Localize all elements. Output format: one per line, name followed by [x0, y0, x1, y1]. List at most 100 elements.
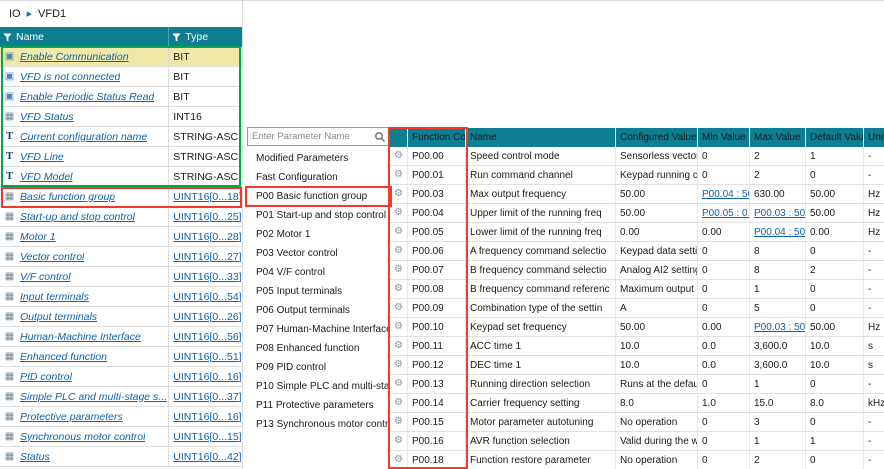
table-row[interactable]: ▦Human-Machine InterfaceUINT16[0...56] — [0, 327, 242, 347]
column-header[interactable]: Name — [466, 128, 616, 147]
parameter-group-item[interactable]: P04 V/F control — [247, 263, 390, 282]
table-row[interactable]: ⚙P00.13Running direction selectionRuns a… — [390, 375, 884, 394]
table-row[interactable]: ⚙P00.09Combination type of the settinA05… — [390, 299, 884, 318]
io-point-link[interactable]: PID control — [20, 371, 72, 383]
table-row[interactable]: TCurrent configuration nameSTRING-ASCII — [0, 127, 242, 147]
table-row[interactable]: ⚙P00.03Max output frequency50.00P00.04 :… — [390, 185, 884, 204]
column-header[interactable]: Configured Value — [616, 128, 698, 147]
parameter-group-item[interactable]: P00 Basic function group — [247, 187, 390, 206]
table-row[interactable]: ▣Enable Periodic Status ReadBIT — [0, 87, 242, 107]
parameter-group-item[interactable]: P02 Motor 1 — [247, 225, 390, 244]
table-row[interactable]: ▦Output terminalsUINT16[0...26] — [0, 307, 242, 327]
type-value[interactable]: UINT16[0...26] — [173, 311, 241, 323]
value-link[interactable]: P00.03 : 50.00 — [754, 208, 806, 219]
table-row[interactable]: ⚙P00.08B frequency command referencMaxim… — [390, 280, 884, 299]
type-value[interactable]: UINT16[0...42] — [173, 451, 241, 463]
io-point-link[interactable]: Simple PLC and multi-stage s... — [20, 391, 167, 403]
parameter-group-item[interactable]: P07 Human-Machine Interface — [247, 320, 390, 339]
table-row[interactable]: ▣Enable CommunicationBIT — [0, 47, 242, 67]
table-row[interactable]: TVFD ModelSTRING-ASCII — [0, 167, 242, 187]
breadcrumb-item-vfd1[interactable]: VFD1 — [38, 8, 66, 20]
table-row[interactable]: ⚙P00.06A frequency command selectioKeypa… — [390, 242, 884, 261]
column-header[interactable] — [390, 128, 408, 147]
type-value[interactable]: UINT16[0...28] — [173, 231, 241, 243]
column-header[interactable]: Function Code — [408, 128, 466, 147]
type-value[interactable]: UINT16[0...54] — [173, 291, 241, 303]
table-row[interactable]: ▦PID controlUINT16[0...16] — [0, 367, 242, 387]
io-point-link[interactable]: VFD Model — [20, 171, 73, 183]
column-header-name[interactable]: Name — [0, 27, 169, 47]
table-row[interactable]: ⚙P00.07B frequency command selectioAnalo… — [390, 261, 884, 280]
io-point-link[interactable]: VFD Line — [20, 151, 64, 163]
parameter-group-item[interactable]: Fast Configuration — [247, 168, 390, 187]
table-row[interactable]: ▦Basic function groupUINT16[0...18] — [0, 187, 242, 207]
parameter-group-item[interactable]: P11 Protective parameters — [247, 396, 390, 415]
column-header[interactable]: Min Value — [698, 128, 750, 147]
type-value[interactable]: UINT16[0...18] — [173, 191, 241, 203]
io-point-link[interactable]: Input terminals — [20, 291, 89, 303]
io-point-link[interactable]: Enable Communication — [20, 51, 129, 63]
io-point-link[interactable]: Vector control — [20, 251, 84, 263]
io-point-link[interactable]: Protective parameters — [20, 411, 123, 423]
table-row[interactable]: ▦StatusUINT16[0...42] — [0, 447, 242, 467]
table-row[interactable]: ⚙P00.12DEC time 110.00.03,600.010.0s — [390, 356, 884, 375]
type-value[interactable]: UINT16[0...25] — [173, 211, 241, 223]
column-header[interactable]: Max Value — [750, 128, 806, 147]
io-point-link[interactable]: Enable Periodic Status Read — [20, 91, 154, 103]
table-row[interactable]: ▦Input terminalsUINT16[0...54] — [0, 287, 242, 307]
table-row[interactable]: ▦Synchronous motor controlUINT16[0...15] — [0, 427, 242, 447]
column-header[interactable]: Default Value — [806, 128, 864, 147]
parameter-group-item[interactable]: P08 Enhanced function — [247, 339, 390, 358]
table-row[interactable]: ⚙P00.14Carrier frequency setting8.01.015… — [390, 394, 884, 413]
type-value[interactable]: UINT16[0...37] — [173, 391, 241, 403]
parameter-group-item[interactable]: P06 Output terminals — [247, 301, 390, 320]
io-point-link[interactable]: Enhanced function — [20, 351, 107, 363]
value-link[interactable]: P00.05 : 0.00 — [702, 208, 750, 219]
io-point-link[interactable]: Synchronous motor control — [20, 431, 145, 443]
table-row[interactable]: ▦Enhanced functionUINT16[0...51] — [0, 347, 242, 367]
table-row[interactable]: ▦Protective parametersUINT16[0...16] — [0, 407, 242, 427]
value-link[interactable]: P00.03 : 50.00 — [754, 322, 806, 333]
type-value[interactable]: UINT16[0...16] — [173, 411, 241, 423]
table-row[interactable]: ⚙P00.00Speed control modeSensorless vect… — [390, 147, 884, 166]
parameter-group-item[interactable]: P05 Input terminals — [247, 282, 390, 301]
breadcrumb-item-io[interactable]: IO — [9, 8, 21, 20]
column-header[interactable]: Unit — [864, 128, 884, 147]
io-point-link[interactable]: Status — [20, 451, 50, 463]
search-input[interactable] — [248, 131, 374, 142]
table-row[interactable]: ⚙P00.01Run command channelKeypad running… — [390, 166, 884, 185]
parameter-group-item[interactable]: P13 Synchronous motor control — [247, 415, 390, 434]
search-icon[interactable] — [374, 131, 386, 143]
parameter-group-item[interactable]: Modified Parameters — [247, 149, 390, 168]
table-row[interactable]: ⚙P00.04Upper limit of the running freq50… — [390, 204, 884, 223]
io-point-link[interactable]: Human-Machine Interface — [20, 331, 141, 343]
table-row[interactable]: ⚙P00.18Function restore parameterNo oper… — [390, 451, 884, 469]
table-row[interactable]: ▦Vector controlUINT16[0...27] — [0, 247, 242, 267]
table-row[interactable]: ▣VFD is not connectedBIT — [0, 67, 242, 87]
io-point-link[interactable]: Current configuration name — [20, 131, 147, 143]
io-point-link[interactable]: Start-up and stop control — [20, 211, 135, 223]
type-value[interactable]: UINT16[0...56] — [173, 331, 241, 343]
parameter-group-item[interactable]: P03 Vector control — [247, 244, 390, 263]
type-value[interactable]: UINT16[0...51] — [173, 351, 241, 363]
table-row[interactable]: ▦Simple PLC and multi-stage s...UINT16[0… — [0, 387, 242, 407]
table-row[interactable]: ⚙P00.16AVR function selectionValid durin… — [390, 432, 884, 451]
type-value[interactable]: UINT16[0...16] — [173, 371, 241, 383]
table-row[interactable]: ⚙P00.05Lower limit of the running freq0.… — [390, 223, 884, 242]
table-row[interactable]: ⚙P00.11ACC time 110.00.03,600.010.0s — [390, 337, 884, 356]
parameter-group-item[interactable]: P10 Simple PLC and multi-stage — [247, 377, 390, 396]
table-row[interactable]: TVFD LineSTRING-ASCII — [0, 147, 242, 167]
table-row[interactable]: ▦VFD StatusINT16 — [0, 107, 242, 127]
io-point-link[interactable]: Motor 1 — [20, 231, 56, 243]
type-value[interactable]: UINT16[0...27] — [173, 251, 241, 263]
table-row[interactable]: ▦Motor 1UINT16[0...28] — [0, 227, 242, 247]
io-point-link[interactable]: V/F control — [20, 271, 71, 283]
io-point-link[interactable]: Output terminals — [20, 311, 97, 323]
table-row[interactable]: ⚙P00.10Keypad set frequency50.000.00P00.… — [390, 318, 884, 337]
value-link[interactable]: P00.04 : 50.0 — [702, 189, 750, 200]
table-row[interactable]: ▦Start-up and stop controlUINT16[0...25] — [0, 207, 242, 227]
table-row[interactable]: ⚙P00.15Motor parameter autotuningNo oper… — [390, 413, 884, 432]
io-point-link[interactable]: VFD is not connected — [20, 71, 120, 83]
io-point-link[interactable]: VFD Status — [20, 111, 74, 123]
parameter-group-item[interactable]: P09 PID control — [247, 358, 390, 377]
